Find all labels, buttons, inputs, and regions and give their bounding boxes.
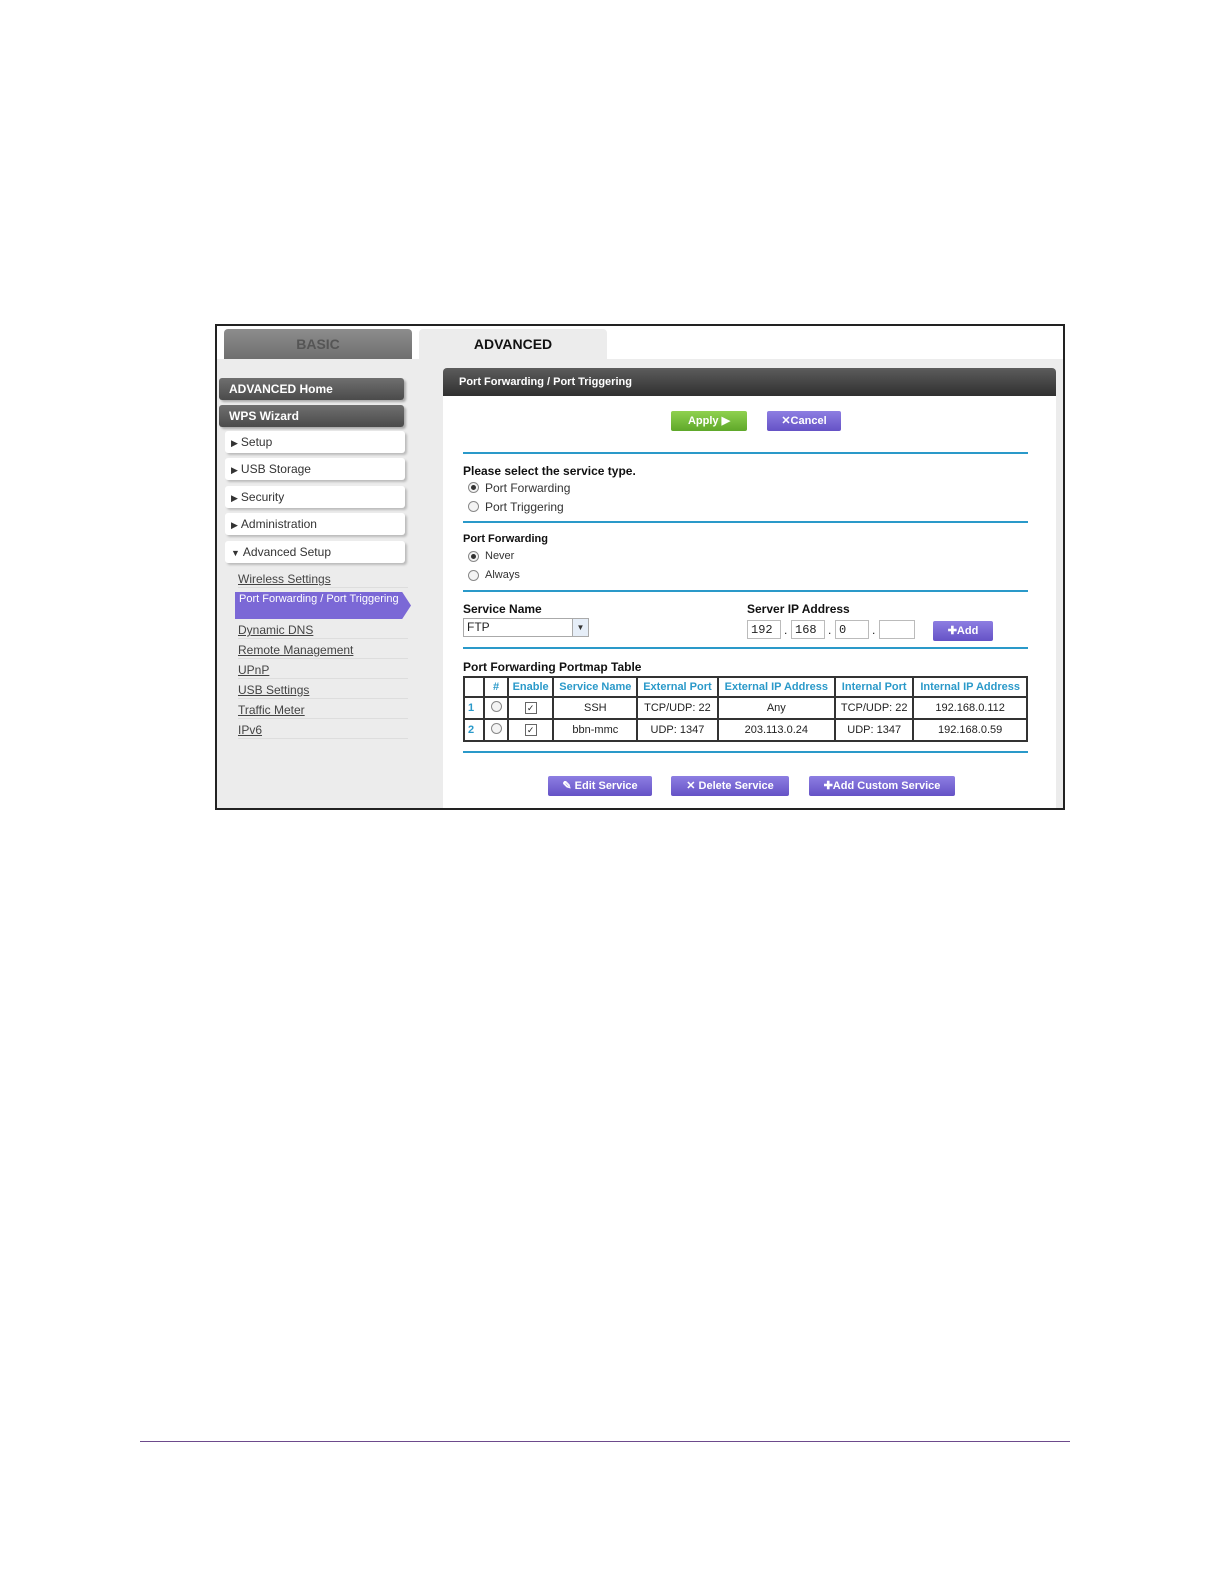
internal-ip-cell: 192.168.0.59 xyxy=(912,718,1028,742)
tab-basic[interactable]: BASIC xyxy=(224,329,412,359)
delete-service-button[interactable]: ✕ Delete Service xyxy=(671,776,789,796)
top-tabs: BASIC ADVANCED xyxy=(217,326,1063,360)
divider xyxy=(463,590,1028,592)
external-ip-cell: Any xyxy=(716,696,837,720)
divider xyxy=(463,751,1028,753)
triangle-right-icon: ▶ xyxy=(231,520,238,530)
radio-label-never: Never xyxy=(485,550,515,562)
radio-label-port-triggering: Port Triggering xyxy=(485,500,564,514)
ip-separator: . xyxy=(784,623,788,637)
internal-port-cell: TCP/UDP: 22 xyxy=(834,696,915,720)
enable-checkbox[interactable]: ✓ xyxy=(524,702,537,714)
enable-checkbox[interactable]: ✓ xyxy=(524,724,537,736)
sidebar-item-label: Setup xyxy=(240,435,273,449)
column-header: External Port xyxy=(636,676,719,698)
submenu-dynamic-dns[interactable]: Dynamic DNS xyxy=(238,622,408,639)
submenu-usb-settings[interactable]: USB Settings xyxy=(238,682,408,699)
column-header: # xyxy=(483,676,509,698)
apply-button[interactable]: Apply ▶ xyxy=(671,411,747,431)
column-header: Internal Port xyxy=(834,676,915,698)
pf-label: Port Forwarding xyxy=(463,533,548,545)
submenu-ipv6[interactable]: IPv6 xyxy=(238,722,408,739)
sidebar-item-wps-wizard[interactable]: WPS Wizard xyxy=(219,405,404,427)
submenu-port-forwarding[interactable]: Port Forwarding / Port Triggering xyxy=(235,592,411,619)
panel-title: Port Forwarding / Port Triggering xyxy=(443,368,1056,396)
sidebar-item-label: USB Storage xyxy=(240,462,311,476)
service-name-label: Service Name xyxy=(463,602,542,616)
row-select-radio[interactable] xyxy=(490,701,502,712)
column-header: External IP Address xyxy=(716,676,837,698)
sidebar-item-setup[interactable]: ▶ Setup xyxy=(225,431,405,453)
triangle-right-icon: ▶ xyxy=(231,465,238,475)
column-header xyxy=(463,676,485,698)
column-header: Service Name xyxy=(552,676,639,698)
service-name-cell: SSH xyxy=(552,696,639,720)
row-select-cell xyxy=(483,718,509,742)
sidebar-item-label: Security xyxy=(240,490,285,504)
ip-octet-2[interactable]: 168 xyxy=(791,620,825,639)
page-footer-rule xyxy=(140,1441,1070,1442)
row-index: 2 xyxy=(463,718,485,742)
ip-octet-4[interactable] xyxy=(879,620,915,639)
triangle-down-icon: ▼ xyxy=(231,548,240,558)
radio-label-port-forwarding: Port Forwarding xyxy=(485,481,571,495)
radio-always[interactable] xyxy=(468,570,479,581)
column-header: Enable xyxy=(506,676,555,698)
portmap-table: # Enable Service Name External Port Exte… xyxy=(463,676,1028,742)
divider xyxy=(463,521,1028,523)
internal-port-cell: UDP: 1347 xyxy=(834,718,915,742)
radio-port-triggering[interactable] xyxy=(468,501,479,512)
submenu-upnp[interactable]: UPnP xyxy=(238,662,408,679)
tab-advanced[interactable]: ADVANCED xyxy=(419,329,607,359)
radio-label-always: Always xyxy=(485,569,520,581)
radio-never[interactable] xyxy=(468,551,479,562)
enable-cell: ✓ xyxy=(506,696,555,720)
add-button[interactable]: ✚Add xyxy=(933,621,993,641)
cancel-button[interactable]: ✕Cancel xyxy=(767,411,841,431)
service-type-label: Please select the service type. xyxy=(463,464,636,478)
divider xyxy=(463,647,1028,649)
edit-service-button[interactable]: ✎ Edit Service xyxy=(548,776,652,796)
sidebar-item-advanced-setup[interactable]: ▼ Advanced Setup xyxy=(225,541,405,563)
triangle-right-icon: ▶ xyxy=(231,493,238,503)
row-index: 1 xyxy=(463,696,485,720)
submenu-remote-management[interactable]: Remote Management xyxy=(238,642,408,659)
enable-cell: ✓ xyxy=(506,718,555,742)
sidebar-item-label: Administration xyxy=(240,517,317,531)
divider xyxy=(463,452,1028,454)
port-forwarding-panel: Apply ▶ ✕Cancel Please select the servic… xyxy=(443,396,1056,808)
sidebar-item-usb-storage[interactable]: ▶ USB Storage xyxy=(225,458,405,480)
column-header: Internal IP Address xyxy=(912,676,1028,698)
triangle-right-icon: ▶ xyxy=(231,438,238,448)
add-custom-service-button[interactable]: ✚Add Custom Service xyxy=(809,776,955,796)
internal-ip-cell: 192.168.0.112 xyxy=(912,696,1028,720)
table-row: 2 ✓ bbn-mmc UDP: 1347 203.113.0.24 UDP: … xyxy=(463,718,1028,742)
chevron-down-icon: ▼ xyxy=(572,619,588,636)
sidebar-item-security[interactable]: ▶ Security xyxy=(225,486,405,508)
external-port-cell: UDP: 1347 xyxy=(636,718,719,742)
service-name-select[interactable]: FTP ▼ xyxy=(463,618,589,637)
ip-separator: . xyxy=(872,623,876,637)
router-admin-screenshot: BASIC ADVANCED ADVANCED Home WPS Wizard … xyxy=(215,324,1065,810)
external-ip-cell: 203.113.0.24 xyxy=(716,718,837,742)
submenu-wireless-settings[interactable]: Wireless Settings xyxy=(238,571,408,588)
service-name-cell: bbn-mmc xyxy=(552,718,639,742)
table-header-row: # Enable Service Name External Port Exte… xyxy=(463,676,1028,698)
row-select-cell xyxy=(483,696,509,720)
table-row: 1 ✓ SSH TCP/UDP: 22 Any TCP/UDP: 22 192.… xyxy=(463,696,1028,720)
sidebar-item-administration[interactable]: ▶ Administration xyxy=(225,513,405,535)
external-port-cell: TCP/UDP: 22 xyxy=(636,696,719,720)
sidebar-item-advanced-home[interactable]: ADVANCED Home xyxy=(219,378,404,400)
service-name-value: FTP xyxy=(467,620,490,634)
row-select-radio[interactable] xyxy=(490,723,502,734)
submenu-traffic-meter[interactable]: Traffic Meter xyxy=(238,702,408,719)
server-ip-label: Server IP Address xyxy=(747,602,850,616)
ip-separator: . xyxy=(828,623,832,637)
ip-octet-3[interactable]: 0 xyxy=(835,620,869,639)
portmap-table-title: Port Forwarding Portmap Table xyxy=(463,660,642,674)
radio-port-forwarding[interactable] xyxy=(468,482,479,493)
ip-octet-1[interactable]: 192 xyxy=(747,620,781,639)
sidebar-item-label: Advanced Setup xyxy=(242,545,331,559)
